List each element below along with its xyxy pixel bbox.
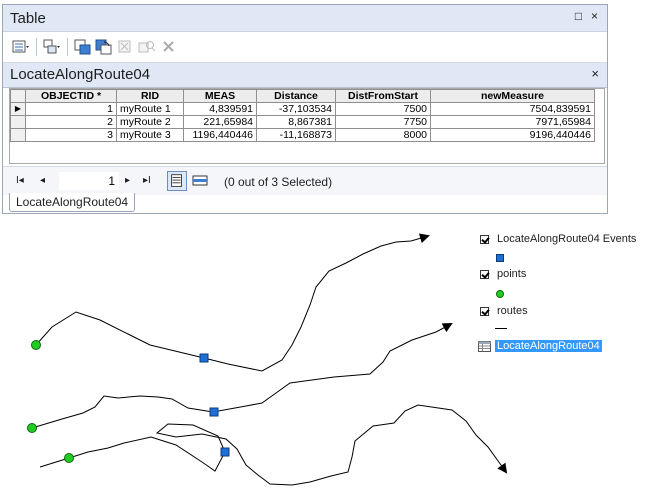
- previous-record-button[interactable]: ◂: [40, 175, 45, 186]
- table-options-icon[interactable]: [12, 39, 30, 55]
- table-toolbar: [3, 32, 607, 63]
- cell-distfromstart[interactable]: 7500: [335, 102, 431, 116]
- toolbar-separator: [36, 38, 37, 56]
- delete-selected-icon[interactable]: [160, 39, 178, 55]
- table-row[interactable]: 2 myRoute 2 221,65984 8,867381 7750 7971…: [10, 115, 595, 129]
- select-by-attributes-icon[interactable]: [74, 39, 92, 55]
- event-symbol-icon: [496, 254, 504, 262]
- event-marker[interactable]: [209, 407, 219, 417]
- point-symbol-icon: [496, 290, 504, 298]
- cell-newmeasure[interactable]: 7504,839591: [430, 102, 595, 116]
- cell-newmeasure[interactable]: 7971,65984: [430, 115, 595, 129]
- first-record-button[interactable]: I◂: [16, 175, 24, 186]
- table-tab-title: LocateAlongRoute04: [10, 66, 151, 83]
- close-window-icon[interactable]: ×: [588, 10, 601, 23]
- column-header-distance[interactable]: Distance: [256, 89, 336, 103]
- toolbar-separator: [67, 38, 68, 56]
- next-record-button[interactable]: ▸: [125, 175, 130, 186]
- cell-meas[interactable]: 221,65984: [183, 115, 257, 129]
- layer-name: points: [497, 268, 527, 280]
- show-selected-records-icon[interactable]: [190, 171, 210, 191]
- row-selector[interactable]: [10, 115, 26, 129]
- row-selector-header[interactable]: [10, 89, 26, 103]
- cell-rid[interactable]: myRoute 3: [116, 128, 184, 142]
- table-bottom-tab[interactable]: LocateAlongRoute04: [9, 193, 136, 212]
- attribute-grid[interactable]: OBJECTID * RID MEAS Distance DistFromSta…: [9, 88, 605, 164]
- cell-distance[interactable]: -37,103534: [256, 102, 336, 116]
- clear-selection-icon[interactable]: [117, 39, 135, 55]
- cell-distance[interactable]: 8,867381: [256, 115, 336, 129]
- event-marker[interactable]: [220, 447, 230, 457]
- cell-objectid[interactable]: 2: [25, 115, 117, 129]
- record-navigation-bar: I◂ ◂ 1 ▸ ▸I (0 out of 3 Selected): [3, 166, 607, 195]
- column-header-distfromstart[interactable]: DistFromStart: [335, 89, 431, 103]
- layer-name: LocateAlongRoute04 Events: [497, 233, 637, 245]
- cell-newmeasure[interactable]: 9196,440446: [430, 128, 595, 142]
- column-header-objectid[interactable]: OBJECTID *: [25, 89, 117, 103]
- table-tab-header[interactable]: LocateAlongRoute04 ×: [3, 63, 607, 88]
- cell-distfromstart[interactable]: 8000: [335, 128, 431, 142]
- zoom-to-selected-icon[interactable]: [138, 39, 156, 55]
- route-line[interactable]: [31, 323, 453, 429]
- cell-rid[interactable]: myRoute 1: [116, 102, 184, 116]
- point-marker[interactable]: [27, 423, 37, 433]
- event-marker[interactable]: [199, 353, 209, 363]
- show-all-records-icon[interactable]: [167, 171, 187, 191]
- point-marker[interactable]: [64, 453, 74, 463]
- cell-distance[interactable]: -11,168873: [256, 128, 336, 142]
- route-line[interactable]: [39, 404, 508, 486]
- current-row-marker[interactable]: ▶: [10, 102, 26, 116]
- table-header-row: OBJECTID * RID MEAS Distance DistFromSta…: [10, 89, 595, 103]
- cell-objectid[interactable]: 3: [25, 128, 117, 142]
- current-record-input[interactable]: 1: [59, 172, 119, 190]
- column-header-newmeasure[interactable]: newMeasure: [430, 89, 595, 103]
- layer-name: routes: [497, 305, 528, 317]
- column-header-meas[interactable]: MEAS: [183, 89, 257, 103]
- close-tab-icon[interactable]: ×: [591, 66, 599, 81]
- layer-visibility-checkbox[interactable]: [480, 307, 489, 316]
- last-record-button[interactable]: ▸I: [143, 175, 151, 186]
- line-symbol-icon: [495, 328, 507, 329]
- column-header-rid[interactable]: RID: [116, 89, 184, 103]
- cell-rid[interactable]: myRoute 2: [116, 115, 184, 129]
- window-titlebar[interactable]: Table □ ×: [3, 5, 607, 32]
- cell-distfromstart[interactable]: 7750: [335, 115, 431, 129]
- table-name[interactable]: LocateAlongRoute04: [495, 340, 602, 352]
- layer-visibility-checkbox[interactable]: [480, 235, 489, 244]
- float-window-icon[interactable]: □: [572, 10, 585, 23]
- cell-objectid[interactable]: 1: [25, 102, 117, 116]
- cell-meas[interactable]: 1196,440446: [183, 128, 257, 142]
- table-row[interactable]: ▶ 1 myRoute 1 4,839591 -37,103534 7500 7…: [10, 102, 595, 116]
- related-tables-icon[interactable]: [43, 39, 61, 55]
- row-selector[interactable]: [10, 128, 26, 142]
- window-title: Table: [10, 10, 46, 27]
- attribute-table: OBJECTID * RID MEAS Distance DistFromSta…: [10, 89, 595, 142]
- cell-meas[interactable]: 4,839591: [183, 102, 257, 116]
- selection-status: (0 out of 3 Selected): [224, 175, 333, 189]
- route-line[interactable]: [35, 233, 430, 372]
- switch-selection-icon[interactable]: [95, 39, 113, 55]
- table-row[interactable]: 3 myRoute 3 1196,440446 -11,168873 8000 …: [10, 128, 595, 142]
- layer-visibility-checkbox[interactable]: [480, 270, 489, 279]
- point-marker[interactable]: [31, 340, 41, 350]
- table-window: Table □ × LocateAlongRoute04 × OBJECTID …: [2, 4, 608, 214]
- table-icon: [478, 341, 491, 352]
